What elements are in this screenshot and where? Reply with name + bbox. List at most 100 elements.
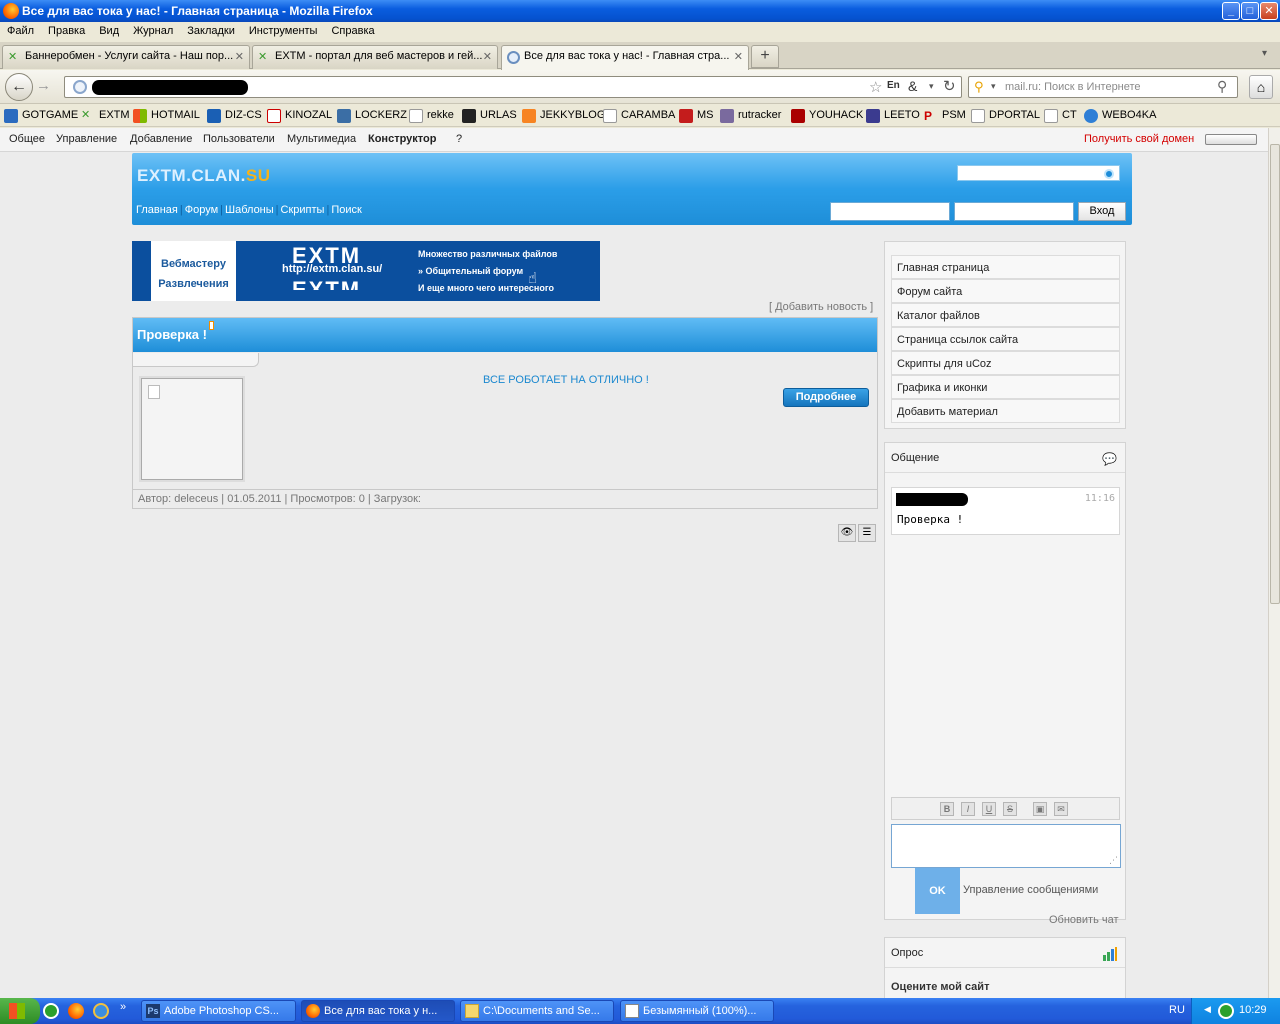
bookmark-urlas[interactable]: URLAS [462,109,517,123]
ucoz-add[interactable]: Добавление [130,133,192,145]
list-icon[interactable]: ☰ [858,524,876,542]
ucoz-constructor[interactable]: Конструктор [368,133,436,145]
bookmark-kinozal[interactable]: KINOZAL [267,109,332,123]
bookmark-leeto[interactable]: LEETO [866,109,920,123]
get-domain-link[interactable]: Получить свой домен [1084,133,1194,145]
close-tab-icon[interactable]: ✕ [734,50,743,63]
url-bar[interactable]: ☆ En & ▾ ↻ [64,76,962,98]
resize-grip-icon[interactable]: ⋰ [1109,855,1118,866]
search-input[interactable]: ⚲ ▾ mail.ru: Поиск в Интернете ⚲ [968,76,1238,98]
minimize-button[interactable]: _ [1222,2,1240,20]
task-explorer[interactable]: C:\Documents and Se... [460,1000,614,1022]
sidebar-item-graphics[interactable]: Графика и иконки [891,375,1120,399]
menu-bookmarks[interactable]: Закладки [180,22,242,40]
edit-marker-icon[interactable] [209,321,214,330]
panel-toggle[interactable] [1205,134,1257,145]
tab-1[interactable]: ✕ Баннеробмен - Услуги сайта - Наш пор..… [2,45,250,69]
tray-expand-icon[interactable]: ◀ [1204,1004,1211,1015]
news-thumbnail[interactable] [141,378,243,480]
sidebar-item-forum[interactable]: Форум сайта [891,279,1120,303]
search-engine-icon[interactable]: ⚲ [974,79,984,95]
sidebar-item-files[interactable]: Каталог файлов [891,303,1120,327]
ucoz-users[interactable]: Пользователи [203,133,275,145]
read-more-button[interactable]: Подробнее [783,388,869,407]
nav-search[interactable]: Поиск [331,204,361,216]
bookmark-psm[interactable]: P PSM [924,109,966,123]
forward-button[interactable]: → [36,77,51,94]
close-button[interactable]: ✕ [1260,2,1278,20]
eye-icon[interactable]: 👁 [838,524,856,542]
password-field[interactable] [954,202,1074,221]
clock[interactable]: 10:29 [1239,1004,1267,1016]
mail-icon[interactable]: ✉ [1054,802,1068,816]
ucoz-general[interactable]: Общее [9,133,45,145]
strike-icon[interactable]: S [1003,802,1017,816]
engine-dropdown-icon[interactable]: ▾ [991,81,996,92]
sidebar-item-scripts[interactable]: Скрипты для uCoz [891,351,1120,375]
ampersand-icon[interactable]: & [908,78,917,94]
page-scrollbar[interactable] [1268,128,1280,998]
ucoz-manage[interactable]: Управление [56,133,117,145]
tab-2[interactable]: ✕ EXTM - портал для веб мастеров и гей..… [252,45,498,69]
ie-icon[interactable] [93,1003,109,1019]
identity-icon[interactable] [73,80,87,94]
firefox-quicklaunch-icon[interactable] [68,1003,84,1019]
start-button[interactable] [0,998,40,1024]
sidebar-item-add[interactable]: Добавить материал [891,399,1120,423]
home-button[interactable]: ⌂ [1249,75,1273,99]
italic-icon[interactable]: I [961,802,975,816]
nav-forum[interactable]: Форум [185,204,218,216]
menu-tools[interactable]: Инструменты [242,22,325,40]
task-paint[interactable]: Безымянный (100%)... [620,1000,774,1022]
search-icon[interactable]: ⚲ [1217,78,1227,95]
chat-ok-button[interactable]: OK [915,868,960,914]
menu-edit[interactable]: Правка [41,22,92,40]
ad-banner[interactable]: Вебмастеру Развлечения EXTM EXTM http://… [132,241,600,301]
close-tab-icon[interactable]: ✕ [483,50,492,63]
bookmark-hotmail[interactable]: HOTMAIL [133,109,200,123]
menu-help[interactable]: Справка [324,22,381,40]
scrollbar-thumb[interactable] [1270,144,1280,604]
site-search-input[interactable] [957,165,1120,181]
bookmark-star-icon[interactable]: ☆ [869,78,882,96]
task-photoshop[interactable]: Ps Adobe Photoshop CS... [141,1000,296,1022]
tab-list-icon[interactable]: ▾ [1262,48,1267,59]
bookmark-rutracker[interactable]: rutracker [720,109,781,123]
add-news-link[interactable]: [ Добавить новость ] [769,301,873,313]
nav-templates[interactable]: Шаблоны [225,204,274,216]
utorrent-tray-icon[interactable] [1218,1003,1234,1019]
underline-icon[interactable]: U [982,802,996,816]
translate-icon[interactable]: En [887,80,900,91]
reload-icon[interactable]: ↻ [943,77,956,95]
task-firefox[interactable]: Все для вас тока у н... [301,1000,455,1022]
back-button[interactable]: ← [5,73,33,101]
bookmark-diz-cs[interactable]: DIZ-CS [207,109,262,123]
sidebar-item-home[interactable]: Главная страница [891,255,1120,279]
bookmark-ms[interactable]: MS [679,109,714,123]
close-tab-icon[interactable]: ✕ [235,50,244,63]
bookmark-extm[interactable]: ✕ EXTM [81,109,130,121]
chat-input[interactable]: ⋰ [891,824,1121,868]
bold-icon[interactable]: B [940,802,954,816]
refresh-chat-link[interactable]: Обновить чат [1049,914,1119,926]
menu-view[interactable]: Вид [92,22,126,40]
image-icon[interactable]: ▣ [1033,802,1047,816]
bookmark-youhack[interactable]: YOUHACK [791,109,863,123]
bookmark-webo4ka[interactable]: WEBO4KA [1084,109,1156,123]
bookmark-caramba[interactable]: CARAMBA [603,109,675,123]
maximize-button[interactable]: □ [1241,2,1259,20]
dropdown-icon[interactable]: ▾ [929,81,934,92]
nav-scripts[interactable]: Скрипты [281,204,325,216]
ucoz-help[interactable]: ? [456,133,462,145]
search-icon[interactable] [1104,169,1114,179]
menu-history[interactable]: Журнал [126,22,180,40]
quicklaunch-more-icon[interactable]: » [120,1001,126,1013]
bookmark-rekke[interactable]: rekke [409,109,454,123]
bookmark-dportal[interactable]: DPORTAL [971,109,1040,123]
manage-messages-link[interactable]: Управление сообщениями [963,884,1098,896]
nav-home[interactable]: Главная [136,204,178,216]
bookmark-ct[interactable]: CT [1044,109,1077,123]
bookmark-jekkyblog[interactable]: JEKKYBLOG [522,109,605,123]
news-title[interactable]: Проверка ! [133,318,877,352]
new-tab-button[interactable]: + [751,45,779,68]
